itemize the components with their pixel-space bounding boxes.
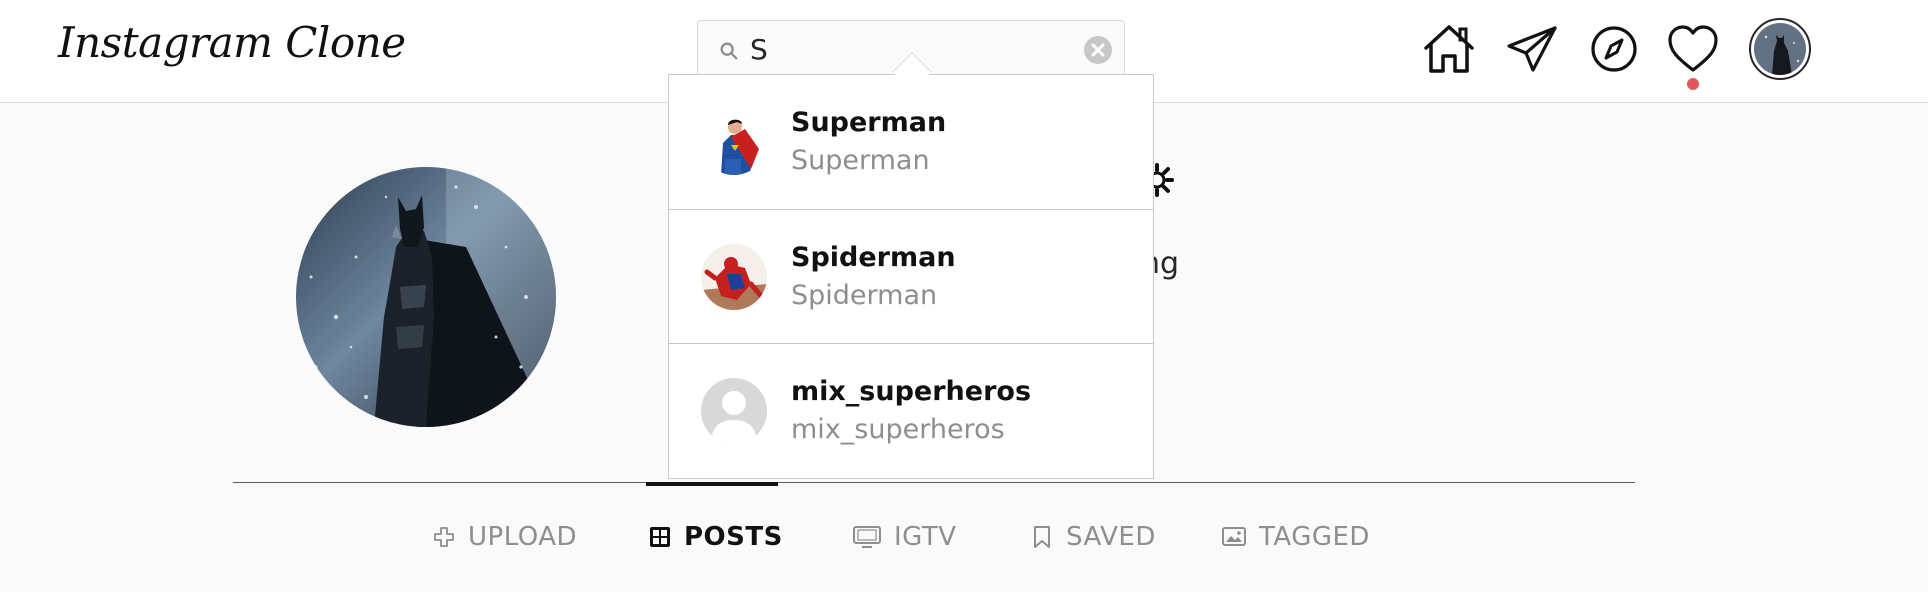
tv-icon [853, 526, 881, 548]
tagged-photo-icon [1222, 527, 1246, 546]
profile-divider [233, 482, 1635, 483]
result-full-name: mix_superheros [791, 414, 1005, 445]
search-icon [720, 42, 738, 60]
plus-icon [434, 527, 454, 547]
superman-avatar [701, 109, 767, 175]
grid-icon [650, 527, 670, 547]
tab-posts-label: POSTS [684, 522, 783, 552]
paper-plane-icon[interactable] [1503, 20, 1561, 78]
tab-upload-label: UPLOAD [468, 522, 578, 552]
default-avatar [701, 378, 767, 444]
profile-avatar[interactable] [1749, 18, 1811, 80]
search-results-dropdown: Superman Superman Spiderman Spiderman mi… [668, 74, 1154, 479]
result-full-name: Superman [791, 145, 930, 176]
search-result-item[interactable]: Spiderman Spiderman [669, 209, 1153, 343]
compass-icon[interactable] [1585, 20, 1643, 78]
result-username: Superman [791, 107, 947, 138]
tab-upload[interactable]: UPLOAD [432, 520, 577, 554]
profile-picture[interactable] [296, 167, 556, 427]
tab-tagged-label: TAGGED [1259, 522, 1370, 552]
search-result-item[interactable]: Superman Superman [669, 75, 1153, 209]
bookmark-icon [1034, 526, 1050, 548]
batman-profile-image [296, 167, 556, 427]
tab-igtv-label: IGTV [894, 522, 957, 552]
spiderman-avatar [701, 244, 767, 310]
tab-saved[interactable]: SAVED [1030, 520, 1156, 554]
search-result-item[interactable]: mix_superheros mix_superheros [669, 343, 1153, 477]
active-tab-indicator [646, 482, 778, 486]
result-full-name: Spiderman [791, 280, 938, 311]
tab-posts[interactable]: POSTS [648, 520, 783, 554]
result-username: mix_superheros [791, 376, 1032, 407]
tab-igtv[interactable]: IGTV [852, 520, 957, 554]
tab-tagged[interactable]: TAGGED [1221, 520, 1370, 554]
app-logo[interactable]: Instagram Clone [58, 18, 406, 67]
batman-avatar-image [1754, 23, 1806, 75]
home-icon[interactable] [1420, 20, 1478, 78]
notification-dot [1687, 78, 1699, 90]
tab-saved-label: SAVED [1066, 522, 1156, 552]
clear-search-icon[interactable] [1083, 35, 1113, 65]
result-username: Spiderman [791, 242, 956, 273]
heart-icon[interactable] [1664, 20, 1722, 78]
